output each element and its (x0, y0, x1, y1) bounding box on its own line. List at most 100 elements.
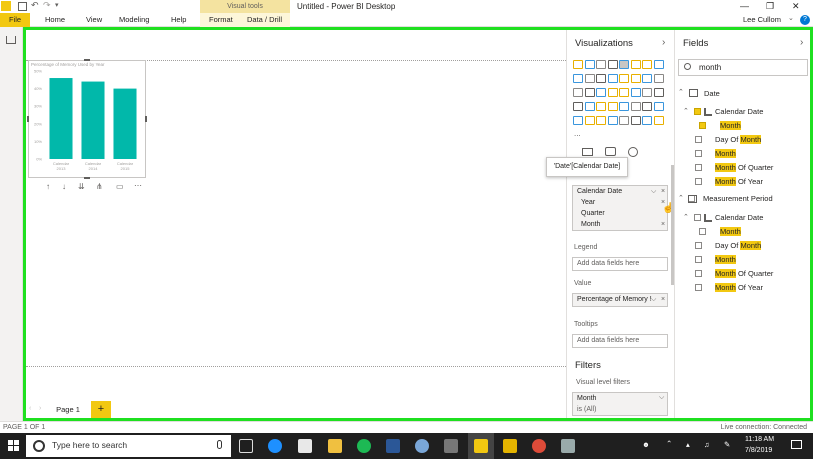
windows-start-icon[interactable] (8, 440, 19, 451)
visual-type-icon[interactable] (607, 74, 618, 83)
close-button[interactable]: ✕ (792, 1, 800, 12)
visual-type-icon[interactable] (573, 74, 583, 83)
field-day-of-month-2[interactable]: Day Of Month (715, 241, 762, 250)
visual-type-icon[interactable] (619, 88, 629, 97)
hierarchy-checkbox[interactable] (694, 214, 701, 221)
column-chart-visual[interactable]: Percentage of Memory Used by Year 0% 10% 2… (28, 60, 146, 178)
fields-search-box[interactable]: month (678, 59, 808, 76)
volume-icon[interactable]: ♫ (704, 440, 710, 449)
mail-icon[interactable] (298, 439, 312, 453)
visual-type-icon[interactable] (642, 74, 652, 83)
expand-hierarchy-icon[interactable]: ⋔ (96, 182, 103, 191)
visual-type-icon[interactable] (584, 88, 595, 97)
file-explorer-icon[interactable] (328, 439, 342, 453)
ribbon-collapse-icon[interactable]: ⌄ (788, 14, 794, 22)
visual-type-icon[interactable] (619, 60, 629, 69)
field-checkbox[interactable] (695, 136, 702, 143)
hierarchy-child-checkbox[interactable] (699, 122, 706, 129)
restore-button[interactable]: ❐ (766, 1, 774, 12)
resize-handle-bottom[interactable] (84, 177, 90, 179)
hierarchy-collapse-icon[interactable]: ⌃ (683, 107, 689, 115)
visual-type-icon[interactable] (630, 88, 641, 97)
axis-hierarchy-header[interactable]: Calendar Date ⌵ × (573, 186, 667, 197)
page-tab-1[interactable]: Page 1 (49, 401, 87, 418)
visual-type-icon[interactable] (607, 60, 618, 69)
legend-well[interactable]: Add data fields here (572, 257, 668, 271)
table-name-date[interactable]: Date (704, 89, 720, 98)
globe-app-icon[interactable] (415, 439, 429, 453)
tab-format[interactable]: Format (209, 15, 233, 24)
hierarchy-child-month[interactable]: Month (720, 121, 741, 130)
visual-type-icon[interactable] (573, 60, 583, 69)
task-view-icon[interactable] (239, 439, 253, 453)
bar[interactable] (81, 81, 105, 159)
edge-icon[interactable] (268, 439, 282, 453)
visual-type-icon[interactable] (596, 88, 606, 97)
visual-type-icon[interactable] (584, 74, 595, 83)
bar[interactable] (113, 88, 137, 159)
tooltips-well[interactable]: Add data fields here (572, 334, 668, 348)
hierarchy-collapse-icon[interactable]: ⌃ (683, 213, 689, 221)
more-visuals-icon[interactable]: ... (574, 129, 581, 138)
field-month-2[interactable]: Month (715, 255, 736, 264)
table-collapse-icon-date[interactable]: ⌃ (678, 88, 684, 96)
clock-time[interactable]: 11:18 AM (745, 436, 774, 443)
field-checkbox[interactable] (695, 270, 702, 277)
field-month-of-year[interactable]: Month Of Year (715, 177, 763, 186)
pen-icon[interactable]: ✎ (724, 440, 730, 449)
visual-type-icon[interactable] (642, 102, 652, 111)
search-input[interactable]: month (699, 63, 721, 72)
axis-level-month[interactable]: Month × (573, 219, 667, 230)
visual-type-icon[interactable] (596, 116, 606, 125)
value-field[interactable]: Percentage of Memory ! ⌵ × (573, 294, 667, 305)
visual-type-icon[interactable] (573, 88, 583, 97)
visual-type-icon[interactable] (607, 102, 618, 111)
visual-type-icon[interactable] (630, 116, 641, 125)
visual-type-icon[interactable] (630, 74, 641, 83)
page-prev-icon[interactable]: ‹ (29, 405, 31, 412)
field-day-of-month[interactable]: Day Of Month (715, 135, 762, 144)
field-month-of-quarter[interactable]: Month Of Quarter (715, 163, 773, 172)
resize-handle-right[interactable] (145, 116, 147, 122)
spotify-icon[interactable] (357, 439, 371, 453)
tab-file[interactable]: File (0, 13, 30, 27)
fields-well-icon[interactable] (582, 148, 593, 156)
format-paint-icon[interactable] (605, 147, 616, 156)
people-icon[interactable]: ☻ (642, 440, 650, 449)
tab-modeling[interactable]: Modeling (119, 15, 149, 24)
visual-type-icon[interactable] (584, 60, 595, 69)
hierarchy-name-calendar-date[interactable]: Calendar Date (715, 107, 763, 116)
visual-type-icon[interactable] (619, 116, 629, 125)
save-icon[interactable] (18, 2, 27, 11)
field-checkbox[interactable] (695, 284, 702, 291)
notification-icon[interactable] (791, 440, 802, 449)
visual-type-icon[interactable] (607, 116, 618, 125)
visual-type-icon[interactable] (584, 116, 595, 125)
visual-type-icon[interactable] (642, 60, 652, 69)
quick-access-dropdown-icon[interactable]: ▾ (55, 1, 59, 9)
report-view-icon[interactable] (6, 36, 16, 44)
add-page-button[interactable]: + (91, 401, 111, 418)
taskbar-search-input[interactable]: Type here to search (52, 440, 127, 450)
filter-expand-icon[interactable]: ⌵ (659, 394, 664, 402)
hierarchy-checkbox[interactable] (694, 108, 701, 115)
field-month[interactable]: Month (715, 149, 736, 158)
tab-help[interactable]: Help (171, 15, 186, 24)
axis-field-dropdown-icon[interactable]: ⌵ (651, 186, 656, 197)
visual-type-icon[interactable] (630, 102, 641, 111)
bar[interactable] (49, 78, 73, 159)
taskbar-search-box[interactable]: Type here to search (26, 435, 231, 457)
value-well[interactable]: Percentage of Memory ! ⌵ × (572, 293, 668, 307)
axis-level-year[interactable]: Year × (573, 197, 667, 208)
redo-icon[interactable]: ↷ (43, 0, 51, 11)
field-month-of-quarter-2[interactable]: Month Of Quarter (715, 269, 773, 278)
tray-expand-icon[interactable]: ⌃ (666, 439, 672, 448)
month-filter-card[interactable]: Month ⌵ is (All) (572, 392, 668, 416)
visual-type-icon[interactable] (642, 88, 652, 97)
clock-date[interactable]: 7/8/2019 (745, 447, 772, 454)
axis-well[interactable]: Calendar Date ⌵ × Year × Quarter Month × (572, 185, 668, 231)
table-name-measurement-period[interactable]: Measurement Period (703, 194, 773, 203)
axis-level-month-remove-icon[interactable]: × (661, 219, 665, 230)
powerbi-taskbar-icon[interactable] (474, 439, 488, 453)
page-next-icon[interactable]: › (39, 405, 41, 412)
